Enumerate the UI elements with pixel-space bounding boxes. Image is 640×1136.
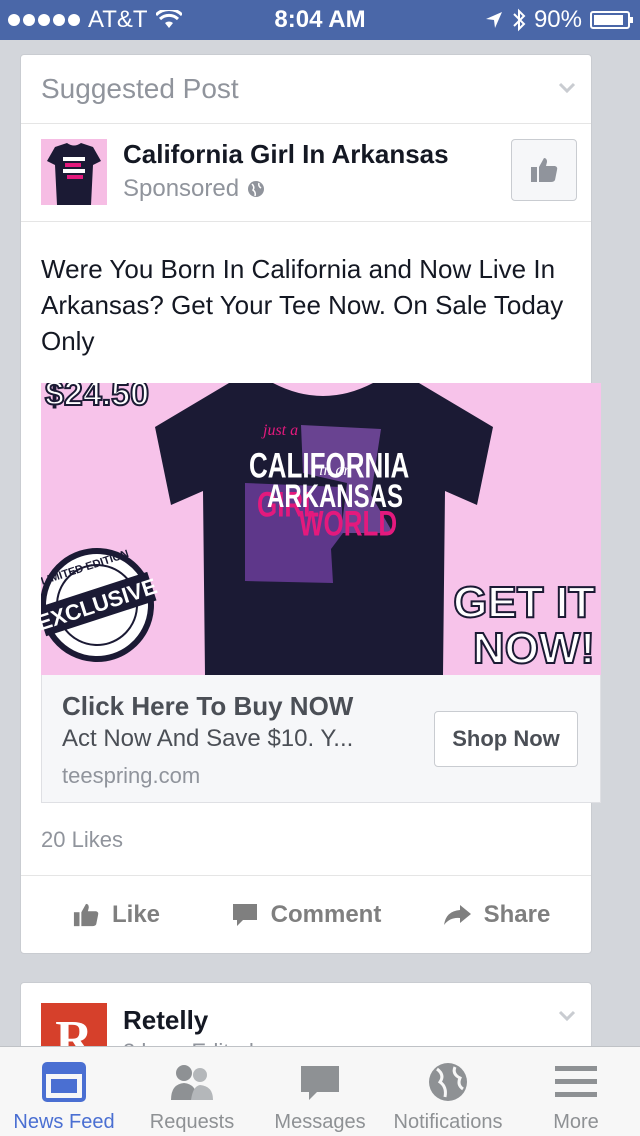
- comment-label: Comment: [270, 901, 382, 928]
- page-avatar[interactable]: [41, 139, 107, 205]
- tab-label: Messages: [274, 1111, 366, 1133]
- messages-icon: [297, 1061, 343, 1103]
- chevron-down-icon[interactable]: [557, 77, 577, 97]
- status-bar: AT&T 8:04 AM 90%: [0, 0, 640, 40]
- tab-more[interactable]: More: [512, 1047, 640, 1136]
- location-arrow-icon: [485, 12, 502, 28]
- shop-now-button[interactable]: Shop Now: [434, 711, 578, 767]
- sponsored-post-card: Suggested Post California Girl In Arkans…: [20, 54, 601, 955]
- tshirt-ad-graphic: just a CALIFORNIA GIRL in an ARKANSAS WO…: [41, 383, 601, 675]
- status-right: 90%: [484, 0, 633, 40]
- cta-line1: GET IT: [453, 578, 595, 627]
- page-name[interactable]: California Girl In Arkansas: [123, 139, 449, 170]
- comment-icon: [232, 904, 257, 926]
- tshirt-thumbnail-icon: [41, 139, 107, 205]
- next-post-page-name[interactable]: Retelly: [123, 1005, 208, 1036]
- link-domain: teespring.com: [62, 763, 201, 788]
- comment-button[interactable]: Comment: [211, 901, 401, 929]
- tab-label: Requests: [149, 1111, 235, 1133]
- cta-line2: NOW!: [473, 624, 595, 673]
- price-tag: $24.50: [45, 383, 149, 413]
- sponsored-text: Sponsored: [123, 175, 240, 202]
- divider: [21, 123, 591, 124]
- globe-icon: [248, 181, 265, 197]
- tab-messages[interactable]: Messages: [256, 1047, 384, 1136]
- thumbs-up-icon: [73, 903, 99, 927]
- share-button[interactable]: Share: [401, 901, 591, 929]
- tab-requests[interactable]: Requests: [128, 1047, 256, 1136]
- post-body-text: Were You Born In California and Now Live…: [41, 254, 564, 356]
- bluetooth-icon: [513, 8, 526, 32]
- tab-notifications[interactable]: Notifications: [384, 1047, 512, 1136]
- tab-label: Notifications: [393, 1111, 503, 1133]
- shirt-text-line5: WORLD: [299, 504, 397, 544]
- divider: [21, 221, 591, 222]
- battery-fill: [594, 15, 623, 25]
- menu-icon: [553, 1061, 599, 1103]
- tab-label: More: [553, 1111, 599, 1133]
- tab-bar: News Feed Requests Messages Notification…: [0, 1046, 640, 1136]
- share-arrow-icon: [443, 905, 471, 925]
- globe-icon: [425, 1061, 471, 1103]
- share-label: Share: [483, 901, 551, 928]
- like-label: Like: [111, 901, 161, 928]
- tab-label: News Feed: [13, 1111, 115, 1133]
- like-button[interactable]: Like: [21, 901, 211, 929]
- chevron-down-icon[interactable]: [557, 1005, 577, 1025]
- post-actions: Like Comment Share: [21, 875, 591, 955]
- like-page-button[interactable]: [511, 139, 577, 201]
- ad-image[interactable]: just a CALIFORNIA GIRL in an ARKANSAS WO…: [41, 383, 601, 675]
- link-description: Act Now And Save $10. Y...: [62, 725, 354, 752]
- thumbs-up-icon: [531, 158, 558, 182]
- news-feed-icon: [41, 1061, 87, 1103]
- battery-percent: 90%: [533, 6, 582, 33]
- link-preview[interactable]: Click Here To Buy NOW Act Now And Save $…: [41, 675, 601, 803]
- friend-requests-icon: [169, 1061, 215, 1103]
- link-title[interactable]: Click Here To Buy NOW: [62, 691, 353, 722]
- shirt-text-line1: just a: [261, 422, 298, 439]
- battery-icon: [590, 11, 633, 29]
- likes-count[interactable]: 20 Likes: [41, 827, 123, 853]
- sponsored-label: Sponsored: [123, 175, 265, 203]
- suggested-post-label: Suggested Post: [41, 73, 239, 104]
- tab-news-feed[interactable]: News Feed: [0, 1047, 128, 1136]
- shirt-text-line3b: in an: [319, 462, 351, 479]
